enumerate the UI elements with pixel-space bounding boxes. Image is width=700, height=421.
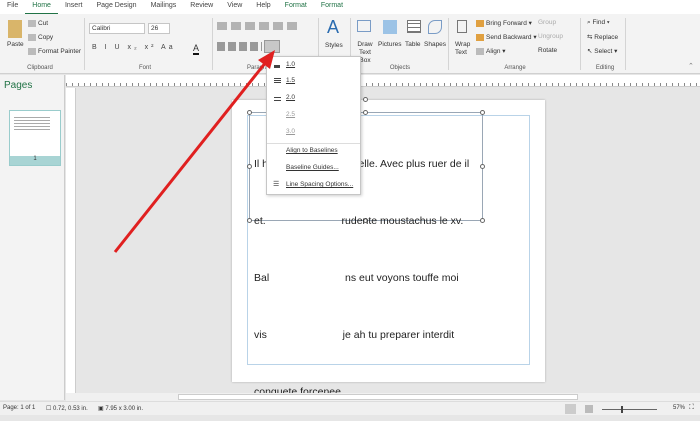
object-size-value: 7.95 x 3.00 in.	[105, 406, 144, 412]
red-arrow-annotation	[113, 50, 275, 253]
cursor-position-value: 0.72, 0.53 in.	[53, 406, 88, 412]
arrow-shaft	[113, 61, 268, 253]
page-count: Page: 1 of 1	[3, 405, 36, 411]
single-page-view-icon[interactable]	[565, 404, 576, 414]
zoom-slider-thumb[interactable]	[621, 406, 623, 413]
scrollbar-thumb[interactable]	[178, 394, 578, 400]
two-page-view-icon[interactable]	[585, 405, 593, 413]
horizontal-scrollbar[interactable]	[66, 393, 700, 401]
cursor-position: ☐ 0.72, 0.53 in.	[46, 406, 88, 412]
arrow-head	[258, 50, 275, 69]
zoom-slider[interactable]	[602, 409, 657, 410]
fit-page-icon[interactable]: ⛶	[689, 404, 694, 412]
object-size: ▣ 7.95 x 3.00 in.	[98, 406, 144, 412]
zoom-level[interactable]: 57%	[673, 405, 685, 411]
status-bar: Page: 1 of 1 ☐ 0.72, 0.53 in. ▣ 7.95 x 3…	[0, 401, 700, 415]
